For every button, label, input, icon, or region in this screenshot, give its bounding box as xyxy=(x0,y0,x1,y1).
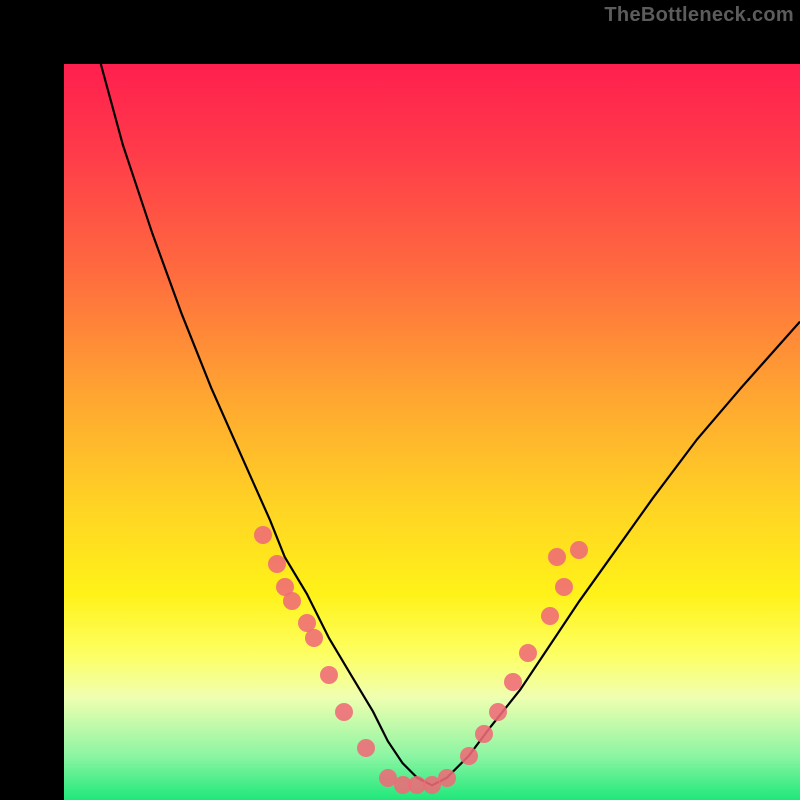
marker-dot xyxy=(438,769,456,787)
marker-dot xyxy=(489,703,507,721)
marker-dot xyxy=(283,592,301,610)
marker-dot xyxy=(555,578,573,596)
marker-dot xyxy=(254,526,272,544)
chart-frame xyxy=(0,0,800,800)
marker-dot xyxy=(519,644,537,662)
marker-dot xyxy=(335,703,353,721)
marker-dot xyxy=(548,548,566,566)
marker-dot xyxy=(475,725,493,743)
marker-dot xyxy=(320,666,338,684)
marker-dot xyxy=(357,739,375,757)
watermark-text: TheBottleneck.com xyxy=(604,4,794,27)
plot-area xyxy=(64,64,800,800)
marker-dot xyxy=(460,747,478,765)
curve-svg xyxy=(64,64,800,800)
marker-dot xyxy=(570,541,588,559)
bottleneck-curve xyxy=(101,64,800,785)
marker-dot xyxy=(305,629,323,647)
marker-dot xyxy=(268,555,286,573)
marker-dot xyxy=(541,607,559,625)
marker-dot xyxy=(504,673,522,691)
